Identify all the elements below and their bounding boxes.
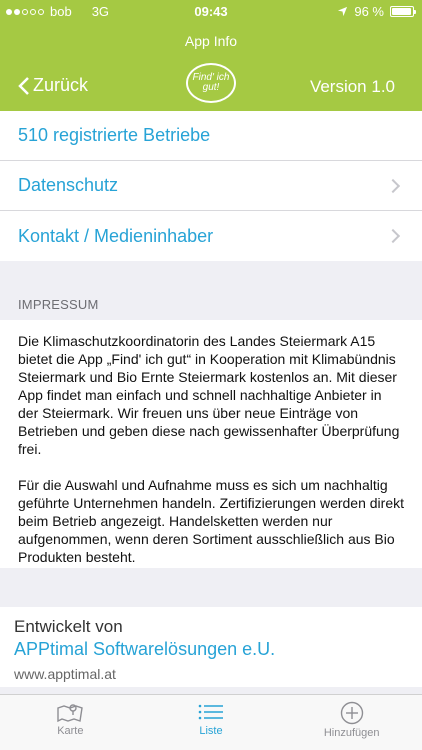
registered-businesses-row[interactable]: 510 registrierte Betriebe <box>0 111 422 161</box>
chevron-right-icon <box>385 228 401 244</box>
registered-businesses-label: 510 registrierte Betriebe <box>18 125 211 145</box>
tab-bar: Karte Liste Hinzufügen <box>0 694 422 750</box>
privacy-label: Datenschutz <box>18 175 119 195</box>
plus-circle-icon <box>340 701 363 725</box>
tab-label: Hinzufügen <box>323 727 380 739</box>
tab-liste[interactable]: Liste <box>141 695 282 750</box>
developer-section: Entwickelt von APPtimal Softwarelösungen… <box>0 607 422 687</box>
contact-label: Kontakt / Medieninhaber <box>18 225 214 246</box>
info-list: 510 registrierte Betriebe Datenschutz Ko… <box>0 111 422 261</box>
battery-icon <box>390 6 416 17</box>
tab-label: Karte <box>57 725 84 737</box>
chevron-right-icon <box>385 178 401 193</box>
logo-text: Find' ich gut! <box>192 72 230 93</box>
back-label: Zurück <box>33 75 89 95</box>
developer-url-link[interactable]: www.apptimal.at <box>14 666 408 682</box>
status-bar: bob 3G 09:43 96 % <box>0 0 422 24</box>
contact-row[interactable]: Kontakt / Medieninhaber <box>0 211 422 261</box>
tab-hinzufuegen[interactable]: Hinzufügen <box>281 695 422 750</box>
map-icon <box>57 704 84 723</box>
header: bob 3G 09:43 96 % App Info Zurück Find' … <box>0 0 422 111</box>
app-logo: Find' ich gut! <box>186 63 236 103</box>
list-icon <box>198 704 223 720</box>
location-arrow-icon <box>338 6 348 17</box>
tab-label: Liste <box>199 725 223 737</box>
impressum-header: IMPRESSUM <box>18 297 99 312</box>
impressum-paragraph: Für die Auswahl und Aufnahme muss es sic… <box>18 477 405 565</box>
tab-karte[interactable]: Karte <box>0 695 141 750</box>
back-button[interactable]: Zurück <box>18 75 88 96</box>
battery-percent: 96 % <box>354 4 384 19</box>
privacy-row[interactable]: Datenschutz <box>0 161 422 211</box>
developer-label: Entwickelt von <box>14 617 123 636</box>
impressum-text: Die Klimaschutzkoordinatorin des Landes … <box>0 320 422 568</box>
page-title: App Info <box>184 33 238 49</box>
impressum-paragraph: Die Klimaschutzkoordinatorin des Landes … <box>18 333 400 457</box>
version-label: Version 1.0 <box>309 77 395 96</box>
developer-company-link[interactable]: APPtimal Softwarelösungen e.U. <box>14 639 408 660</box>
chevron-left-icon <box>18 76 29 95</box>
